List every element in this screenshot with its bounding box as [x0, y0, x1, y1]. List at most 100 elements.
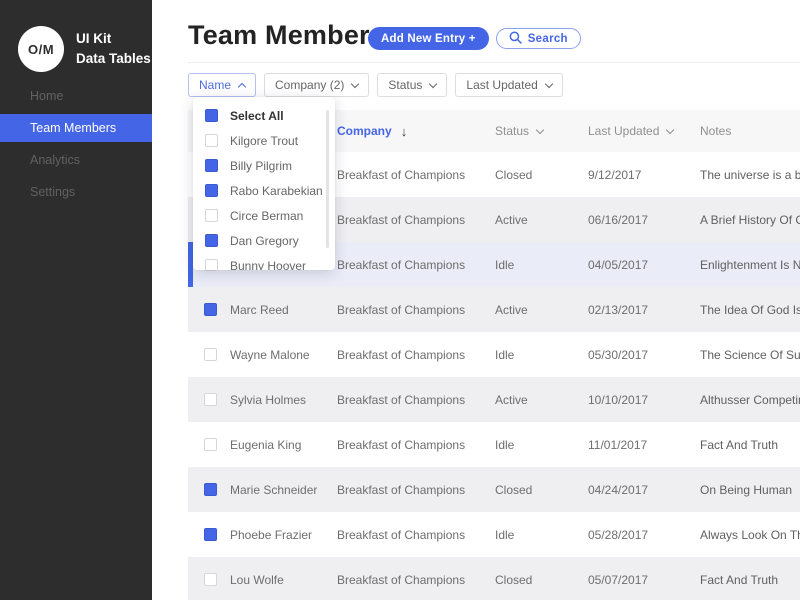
- column-header-last-updated[interactable]: Last Updated: [588, 124, 700, 138]
- cell-notes: Fact And Truth: [700, 438, 800, 452]
- cell-last-updated: 05/28/2017: [588, 528, 700, 542]
- cell-last-updated: 9/12/2017: [588, 168, 700, 182]
- table-row[interactable]: Sylvia Holmes Breakfast of Champions Act…: [188, 377, 800, 422]
- cell-name: Lou Wolfe: [230, 573, 337, 587]
- chevron-down-icon: [536, 125, 544, 133]
- cell-status: Idle: [495, 258, 588, 272]
- name-filter-dropdown: Select All Kilgore Trout Billy Pilgrim R…: [193, 97, 335, 270]
- cell-company: Breakfast of Champions: [337, 483, 495, 497]
- column-header-company[interactable]: Company ↓: [337, 124, 495, 139]
- column-header-notes-label: Notes: [700, 124, 731, 138]
- row-checkbox[interactable]: [204, 483, 217, 496]
- sidebar-item-label: Analytics: [30, 153, 80, 167]
- cell-status: Closed: [495, 573, 588, 587]
- dropdown-scrollbar[interactable]: [326, 110, 329, 248]
- sidebar-item-team-members[interactable]: Team Members: [0, 114, 152, 142]
- cell-status: Idle: [495, 528, 588, 542]
- cell-last-updated: 05/07/2017: [588, 573, 700, 587]
- table-row[interactable]: Phoebe Frazier Breakfast of Champions Id…: [188, 512, 800, 557]
- cell-company: Breakfast of Champions: [337, 393, 495, 407]
- cell-notes: The universe is a big p: [700, 168, 800, 182]
- cell-name: Wayne Malone: [230, 348, 337, 362]
- app-logo: O/M: [18, 26, 64, 72]
- table-row[interactable]: Marie Schneider Breakfast of Champions C…: [188, 467, 800, 512]
- cell-notes: Enlightenment Is Not J: [700, 258, 800, 272]
- cell-status: Closed: [495, 168, 588, 182]
- row-checkbox[interactable]: [204, 303, 217, 316]
- dropdown-option-rabo-karabekian[interactable]: Rabo Karabekian: [193, 178, 335, 203]
- cell-notes: Althusser Competing I: [700, 393, 800, 407]
- add-new-entry-button[interactable]: Add New Entry +: [368, 27, 489, 50]
- cell-notes: Fact And Truth: [700, 573, 800, 587]
- column-header-last-updated-label: Last Updated: [588, 124, 659, 138]
- cell-last-updated: 02/13/2017: [588, 303, 700, 317]
- cell-company: Breakfast of Champions: [337, 168, 495, 182]
- search-icon: [509, 31, 522, 47]
- cell-status: Active: [495, 213, 588, 227]
- cell-company: Breakfast of Champions: [337, 573, 495, 587]
- dropdown-option-dan-gregory[interactable]: Dan Gregory: [193, 228, 335, 253]
- sidebar-item-analytics[interactable]: Analytics: [0, 146, 152, 174]
- filter-chip-name[interactable]: Name: [188, 73, 256, 97]
- cell-last-updated: 04/05/2017: [588, 258, 700, 272]
- column-header-status-label: Status: [495, 124, 529, 138]
- cell-status: Idle: [495, 438, 588, 452]
- filter-chip-status[interactable]: Status: [377, 73, 447, 97]
- cell-name: Eugenia King: [230, 438, 337, 452]
- filter-chip-company-2[interactable]: Company (2): [264, 73, 369, 97]
- chevron-up-icon: [238, 82, 246, 90]
- table-row[interactable]: Wayne Malone Breakfast of Champions Idle…: [188, 332, 800, 377]
- option-checkbox[interactable]: [205, 184, 218, 197]
- cell-company: Breakfast of Champions: [337, 348, 495, 362]
- row-checkbox[interactable]: [204, 393, 217, 406]
- cell-company: Breakfast of Champions: [337, 438, 495, 452]
- table-row[interactable]: Lou Wolfe Breakfast of Champions Closed …: [188, 557, 800, 600]
- table-row[interactable]: Eugenia King Breakfast of Champions Idle…: [188, 422, 800, 467]
- filter-chip-last-updated[interactable]: Last Updated: [455, 73, 562, 97]
- option-label: Circe Berman: [230, 209, 303, 223]
- cell-name: Phoebe Frazier: [230, 528, 337, 542]
- row-checkbox[interactable]: [204, 573, 217, 586]
- cell-last-updated: 11/01/2017: [588, 438, 700, 452]
- option-checkbox[interactable]: [205, 159, 218, 172]
- dropdown-option-circe-berman[interactable]: Circe Berman: [193, 203, 335, 228]
- row-checkbox[interactable]: [204, 348, 217, 361]
- row-checkbox[interactable]: [204, 438, 217, 451]
- row-checkbox[interactable]: [204, 528, 217, 541]
- header-actions: Add New Entry + Search: [368, 27, 581, 50]
- cell-company: Breakfast of Champions: [337, 258, 495, 272]
- cell-company: Breakfast of Champions: [337, 213, 495, 227]
- option-checkbox[interactable]: [205, 109, 218, 122]
- cell-notes: On Being Human: [700, 483, 800, 497]
- column-header-status[interactable]: Status: [495, 124, 588, 138]
- option-checkbox[interactable]: [205, 259, 218, 270]
- dropdown-option-kilgore-trout[interactable]: Kilgore Trout: [193, 128, 335, 153]
- cell-name: Marc Reed: [230, 303, 337, 317]
- dropdown-option-bunny-hoover[interactable]: Bunny Hoover: [193, 253, 335, 270]
- cell-status: Active: [495, 393, 588, 407]
- chevron-down-icon: [666, 125, 674, 133]
- search-button[interactable]: Search: [496, 28, 581, 49]
- cell-status: Idle: [495, 348, 588, 362]
- option-label: Billy Pilgrim: [230, 159, 292, 173]
- search-button-label: Search: [528, 33, 568, 45]
- cell-notes: A Brief History Of Crea: [700, 213, 800, 227]
- option-checkbox[interactable]: [205, 134, 218, 147]
- app-window: O/M UI Kit Data Tables Home Team Members…: [0, 0, 800, 600]
- cell-notes: Always Look On The B: [700, 528, 800, 542]
- cell-last-updated: 04/24/2017: [588, 483, 700, 497]
- filter-chip-label: Name: [199, 78, 231, 92]
- dropdown-option-billy-pilgrim[interactable]: Billy Pilgrim: [193, 153, 335, 178]
- column-header-notes: Notes: [700, 124, 800, 138]
- option-checkbox[interactable]: [205, 209, 218, 222]
- option-label: Kilgore Trout: [230, 134, 298, 148]
- chevron-down-icon: [545, 79, 553, 87]
- sidebar-item-home[interactable]: Home: [0, 82, 152, 110]
- dropdown-option-select-all[interactable]: Select All: [193, 103, 335, 128]
- cell-status: Closed: [495, 483, 588, 497]
- option-checkbox[interactable]: [205, 234, 218, 247]
- filter-chip-label: Last Updated: [466, 78, 537, 92]
- app-title-line2: Data Tables: [76, 49, 151, 69]
- sidebar-item-settings[interactable]: Settings: [0, 178, 152, 206]
- table-row[interactable]: Marc Reed Breakfast of Champions Active …: [188, 287, 800, 332]
